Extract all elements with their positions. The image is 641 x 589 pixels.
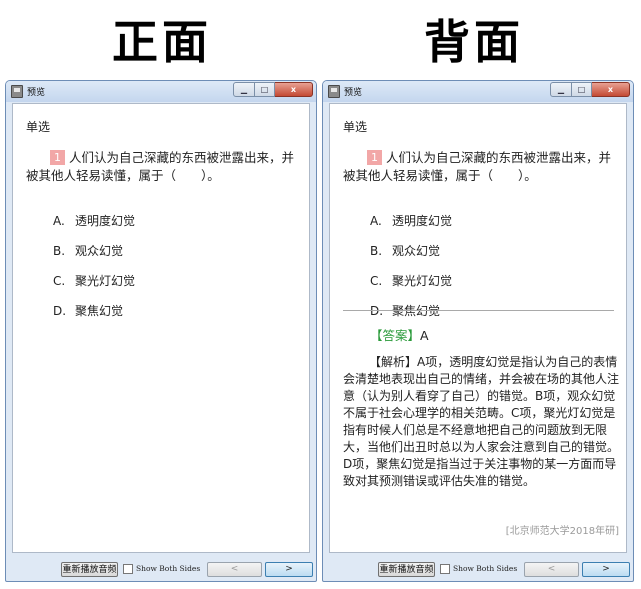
front-heading: 正面 bbox=[112, 15, 212, 69]
answer-line: 【答案】A bbox=[370, 325, 429, 344]
window-controls: ▁ □ x bbox=[550, 82, 630, 98]
question-number-badge: 1 bbox=[50, 150, 65, 165]
minimize-button[interactable]: ▁ bbox=[233, 82, 255, 97]
minimize-icon: ▁ bbox=[240, 85, 248, 94]
option-d: D. 聚焦幻觉 bbox=[53, 304, 124, 318]
option-c: C. 聚光灯幻觉 bbox=[370, 274, 453, 288]
minimize-button[interactable]: ▁ bbox=[550, 82, 572, 97]
option-b: B. 观众幻觉 bbox=[370, 244, 441, 258]
bottom-bar: 重新播放音频 Show Both Sides < > bbox=[323, 559, 633, 581]
question-source: [北京师范大学2018年研] bbox=[505, 526, 619, 537]
close-button[interactable]: x bbox=[275, 82, 313, 97]
maximize-button[interactable]: □ bbox=[255, 82, 275, 97]
option-a: A. 透明度幻觉 bbox=[370, 214, 453, 228]
option-a: A. 透明度幻觉 bbox=[53, 214, 136, 228]
window-title: 预览 bbox=[344, 88, 363, 98]
back-heading: 背面 bbox=[424, 15, 524, 69]
show-both-sides-checkbox[interactable] bbox=[123, 564, 133, 574]
close-icon: x bbox=[607, 85, 614, 94]
previous-button[interactable]: < bbox=[207, 562, 262, 577]
maximize-button[interactable]: □ bbox=[572, 82, 592, 97]
title-bar[interactable]: 预览 ▁ □ x bbox=[6, 81, 316, 102]
minimize-icon: ▁ bbox=[557, 85, 565, 94]
answer-tag: 【答案】 bbox=[370, 328, 421, 343]
window-title: 预览 bbox=[27, 88, 46, 98]
answer-value: A bbox=[420, 328, 429, 343]
question-stem-text: 人们认为自己深藏的东西被泄露出来，并被其他人轻易读懂，属于（ ）。 bbox=[26, 150, 295, 183]
maximize-icon: □ bbox=[260, 85, 269, 94]
option-c: C. 聚光灯幻觉 bbox=[53, 274, 136, 288]
question-type: 单选 bbox=[26, 120, 51, 134]
option-b: B. 观众幻觉 bbox=[53, 244, 124, 258]
close-icon: x bbox=[290, 85, 297, 94]
question-stem: 1 人们认为自己深藏的东西被泄露出来，并被其他人轻易读懂，属于（ ）。 bbox=[343, 149, 619, 185]
app-icon bbox=[328, 85, 340, 98]
answer-explanation: 【解析】A项，透明度幻觉是指认为自己的表情会清楚地表现出自己的情绪，并会被在场的… bbox=[343, 355, 620, 488]
show-both-sides-label: Show Both Sides bbox=[453, 564, 518, 573]
show-both-sides-checkbox[interactable] bbox=[440, 564, 450, 574]
question-type: 单选 bbox=[343, 120, 368, 134]
card-content: 单选 1 人们认为自己深藏的东西被泄露出来，并被其他人轻易读懂，属于（ ）。 A.… bbox=[12, 103, 310, 553]
bottom-bar: 重新播放音频 Show Both Sides < > bbox=[6, 559, 316, 581]
previous-button[interactable]: < bbox=[524, 562, 579, 577]
show-both-sides-label: Show Both Sides bbox=[136, 564, 201, 573]
app-icon bbox=[11, 85, 23, 98]
next-button[interactable]: > bbox=[582, 562, 630, 577]
next-button[interactable]: > bbox=[265, 562, 313, 577]
question-number-badge: 1 bbox=[367, 150, 382, 165]
preview-window-front: 预览 ▁ □ x 单选 1 人们认为自己深藏的东西被泄露出来，并被其他人轻易读懂，… bbox=[5, 80, 317, 582]
replay-audio-button[interactable]: 重新播放音频 bbox=[378, 562, 435, 577]
replay-audio-button[interactable]: 重新播放音频 bbox=[61, 562, 118, 577]
preview-window-back: 预览 ▁ □ x 单选 1 人们认为自己深藏的东西被泄露出来，并被其他人轻易读懂，… bbox=[322, 80, 634, 582]
card-content: 单选 1 人们认为自己深藏的东西被泄露出来，并被其他人轻易读懂，属于（ ）。 A.… bbox=[329, 103, 627, 553]
question-stem-text: 人们认为自己深藏的东西被泄露出来，并被其他人轻易读懂，属于（ ）。 bbox=[343, 150, 612, 183]
close-button[interactable]: x bbox=[592, 82, 630, 97]
maximize-icon: □ bbox=[577, 85, 586, 94]
title-bar[interactable]: 预览 ▁ □ x bbox=[323, 81, 633, 102]
divider bbox=[343, 310, 614, 311]
window-controls: ▁ □ x bbox=[233, 82, 313, 98]
question-stem: 1 人们认为自己深藏的东西被泄露出来，并被其他人轻易读懂，属于（ ）。 bbox=[26, 149, 302, 185]
